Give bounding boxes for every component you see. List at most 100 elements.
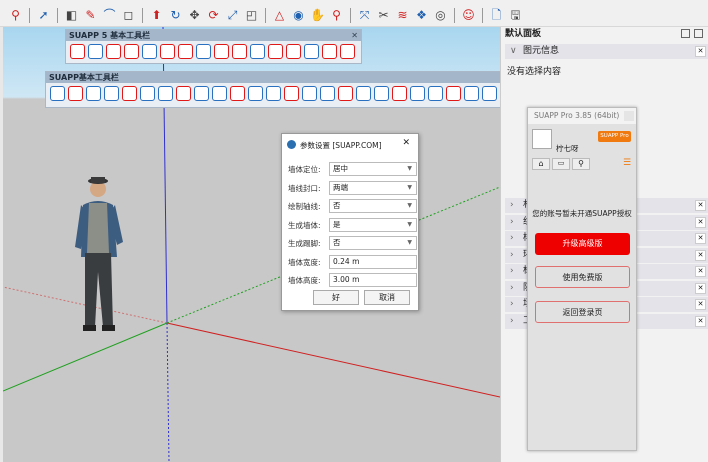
section-icon[interactable]: ≋ bbox=[395, 8, 410, 23]
suapp-tool-icon[interactable] bbox=[392, 86, 407, 101]
account-icon[interactable]: ☺ bbox=[461, 8, 476, 23]
arc-icon[interactable]: ⌒ bbox=[102, 8, 117, 23]
close-icon[interactable] bbox=[694, 29, 703, 38]
suapp-tool-icon[interactable] bbox=[286, 44, 301, 59]
suapp-tool-icon[interactable] bbox=[196, 44, 211, 59]
field-select[interactable]: 是 ▼ bbox=[329, 217, 417, 232]
suapp-tool-icon[interactable] bbox=[268, 44, 283, 59]
suapp-tool-icon[interactable] bbox=[140, 86, 155, 101]
layers-icon[interactable]: ❖ bbox=[414, 8, 429, 23]
suapp-tool-icon[interactable] bbox=[88, 44, 103, 59]
suapp-tool-icon[interactable] bbox=[122, 86, 137, 101]
close-icon[interactable]: ✕ bbox=[695, 200, 706, 211]
suapp-tool-icon[interactable] bbox=[428, 86, 443, 101]
field-input[interactable]: 0.24 m bbox=[329, 254, 417, 269]
suapp-tool-icon[interactable] bbox=[212, 86, 227, 101]
suapp-tool-icon[interactable] bbox=[446, 86, 461, 101]
close-icon[interactable]: ✕ bbox=[695, 249, 706, 261]
separator bbox=[29, 7, 30, 23]
close-button[interactable] bbox=[624, 111, 634, 121]
rectangle-icon[interactable]: ◻ bbox=[121, 8, 136, 23]
new-file-icon[interactable]: 🗋 bbox=[489, 8, 504, 23]
suapp-tool-icon[interactable] bbox=[104, 86, 119, 101]
suapp-tool-icon[interactable] bbox=[160, 44, 175, 59]
field-select[interactable]: 否 ▼ bbox=[329, 236, 417, 250]
close-icon[interactable]: ✕ bbox=[351, 30, 358, 41]
pan-icon[interactable]: ⚲ bbox=[329, 8, 344, 23]
offset-icon[interactable]: ◰ bbox=[244, 8, 259, 23]
cancel-button[interactable]: 取消 bbox=[364, 290, 410, 305]
suapp-tool-icon[interactable] bbox=[320, 86, 335, 101]
suapp-tool-icon[interactable] bbox=[338, 86, 353, 101]
suapp-tool-icon[interactable] bbox=[304, 44, 319, 59]
pencil-icon[interactable]: ✎ bbox=[83, 8, 98, 23]
eraser-icon[interactable]: ◧ bbox=[64, 8, 79, 23]
close-icon[interactable]: ✕ bbox=[695, 233, 706, 244]
suapp-tool-icon[interactable] bbox=[374, 86, 389, 101]
search-tab-icon[interactable]: ⚲ bbox=[572, 158, 590, 170]
suapp-tool-icon[interactable] bbox=[70, 44, 85, 59]
protractor-icon[interactable]: ◉ bbox=[291, 8, 306, 23]
rotate-icon[interactable]: ⟳ bbox=[206, 8, 221, 23]
free-version-button[interactable]: 使用免费版 bbox=[535, 266, 630, 288]
suapp-tool-icon[interactable] bbox=[68, 86, 83, 101]
move-icon[interactable]: ✥ bbox=[187, 8, 202, 23]
suapp-tool-icon[interactable] bbox=[158, 86, 173, 101]
suapp-tool-icon[interactable] bbox=[266, 86, 281, 101]
field-select[interactable]: 两端 ▼ bbox=[329, 180, 417, 195]
close-icon[interactable]: ✕ bbox=[695, 46, 706, 57]
pushpull-icon[interactable]: ⬆ bbox=[149, 8, 164, 23]
suapp-tool-icon[interactable] bbox=[340, 44, 355, 59]
suapp-tool-icon[interactable] bbox=[214, 44, 229, 59]
close-icon[interactable]: ✕ bbox=[695, 299, 706, 310]
save-icon[interactable]: 🖫 bbox=[508, 8, 523, 23]
styles-icon[interactable]: ◎ bbox=[433, 8, 448, 23]
suapp-tool-icon[interactable] bbox=[142, 44, 157, 59]
search-icon[interactable]: ⤧ bbox=[357, 8, 372, 23]
field-select[interactable]: 否 ▼ bbox=[329, 199, 417, 213]
suapp-tool-icon[interactable] bbox=[230, 86, 245, 101]
back-to-login-button[interactable]: 返回登录页 bbox=[535, 301, 630, 323]
suapp5-toolbar[interactable]: SUAPP 5 基本工具栏 ✕ bbox=[65, 29, 362, 64]
close-icon[interactable]: ✕ bbox=[695, 216, 706, 228]
suapp-tool-icon[interactable] bbox=[232, 44, 247, 59]
close-icon[interactable]: ✕ bbox=[695, 266, 706, 277]
home-tab-icon[interactable]: ⌂ bbox=[532, 158, 550, 170]
gallery-tab-icon[interactable]: ▭ bbox=[552, 158, 570, 170]
ok-button[interactable]: 好 bbox=[313, 290, 359, 305]
suapp-tool-icon[interactable] bbox=[250, 44, 265, 59]
field-label: 墙线封口: bbox=[288, 183, 321, 193]
close-icon[interactable]: ✕ bbox=[695, 315, 706, 327]
close-icon[interactable]: ✕ bbox=[402, 138, 410, 148]
suapp-tool-icon[interactable] bbox=[248, 86, 263, 101]
suapp-tool-icon[interactable] bbox=[322, 44, 337, 59]
scale-icon[interactable]: ⤢ bbox=[225, 8, 240, 23]
entity-info-row[interactable]: ∨ 图元信息 ✕ bbox=[505, 44, 708, 59]
suapp-tool-icon[interactable] bbox=[178, 44, 193, 59]
field-input[interactable]: 3.00 m bbox=[329, 273, 417, 287]
upgrade-button[interactable]: 升级高级版 bbox=[535, 233, 630, 255]
suapp-tool-icon[interactable] bbox=[284, 86, 299, 101]
suapp-tool-icon[interactable] bbox=[410, 86, 425, 101]
suapp-tool-icon[interactable] bbox=[356, 86, 371, 101]
suapp-tool-icon[interactable] bbox=[194, 86, 209, 101]
suapp-tool-icon[interactable] bbox=[464, 86, 479, 101]
suapp-tool-icon[interactable] bbox=[482, 86, 497, 101]
suapp-tool-icon[interactable] bbox=[176, 86, 191, 101]
suapp-tool-icon[interactable] bbox=[106, 44, 121, 59]
menu-icon[interactable]: ☰ bbox=[623, 158, 632, 168]
zoom-icon[interactable]: ⚲ bbox=[8, 8, 23, 23]
suapp-tool-icon[interactable] bbox=[86, 86, 101, 101]
zoom-extents-icon[interactable]: ✂ bbox=[376, 8, 391, 23]
suapp-tool-icon[interactable] bbox=[302, 86, 317, 101]
select-icon[interactable]: ➚ bbox=[36, 8, 51, 23]
field-select[interactable]: 居中 ▼ bbox=[329, 162, 417, 176]
followme-icon[interactable]: ↻ bbox=[168, 8, 183, 23]
suapp-tool-icon[interactable] bbox=[50, 86, 65, 101]
suapp-tool-icon[interactable] bbox=[124, 44, 139, 59]
orbit-icon[interactable]: ✋ bbox=[310, 8, 325, 23]
close-icon[interactable]: ✕ bbox=[695, 282, 706, 294]
username: 柠七呀 bbox=[556, 144, 579, 153]
tape-icon[interactable]: △ bbox=[272, 8, 287, 23]
pin-icon[interactable] bbox=[681, 29, 690, 38]
